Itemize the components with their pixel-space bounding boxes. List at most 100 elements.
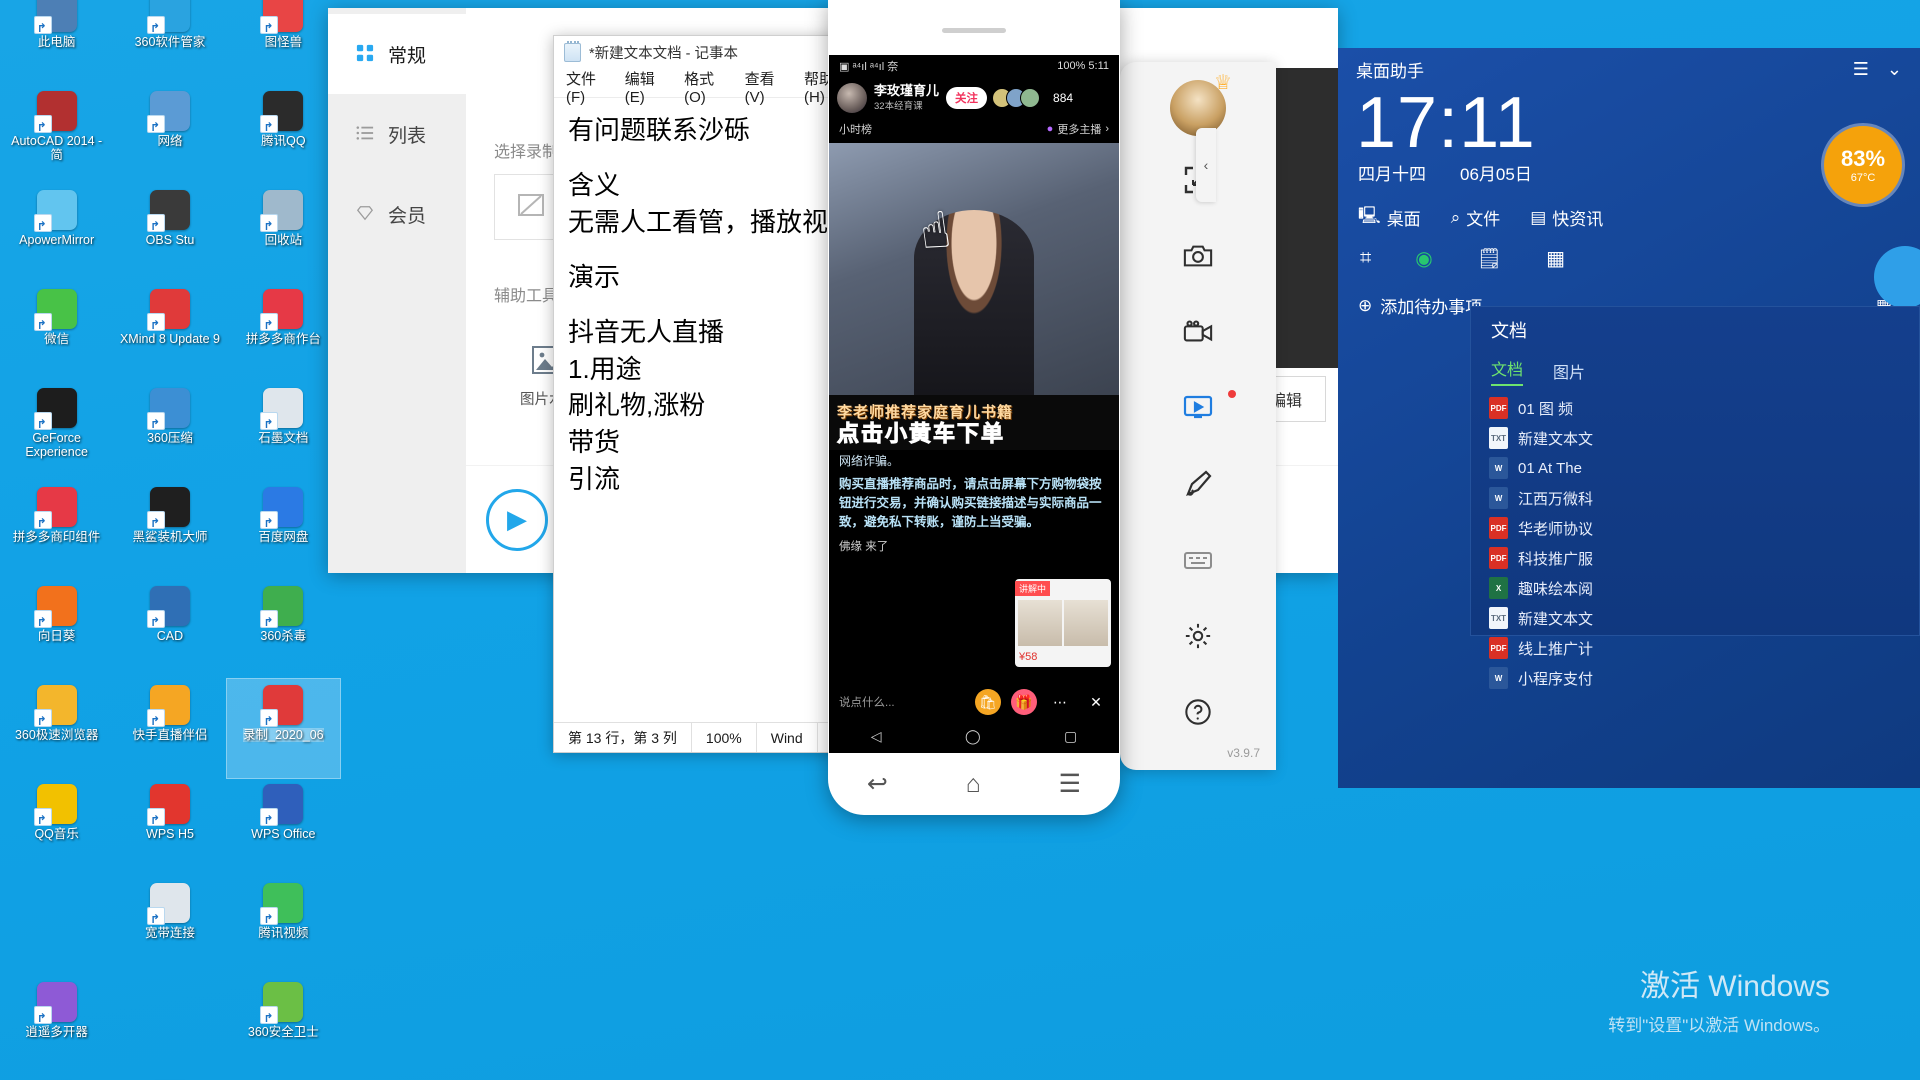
document-row[interactable]: W 01 At The [1489,453,1919,483]
screenshot-button[interactable] [1120,218,1276,294]
desktop-icon[interactable]: 微信 [0,283,113,382]
notepad-menu-item[interactable]: 编辑(E) [625,68,662,106]
quick-news[interactable]: ▤ 快资讯 [1530,205,1603,230]
live-video[interactable] [829,143,1119,395]
close-icon[interactable]: ✕ [1083,689,1109,715]
document-row[interactable]: W 小程序支付 [1489,663,1919,693]
desktop-icon[interactable]: CAD [113,580,226,679]
document-row[interactable]: X 趣味绘本阅 [1489,573,1919,603]
chat-input[interactable]: 说点什么... [839,694,965,710]
target-icon[interactable]: ◉ [1415,246,1432,271]
desktop-icon[interactable]: 网络 [113,85,226,184]
calc-icon[interactable]: ▦ [1546,246,1565,271]
whiteboard-button[interactable] [1120,446,1276,522]
document-row[interactable]: PDF 01 图 频 [1489,393,1919,423]
product-card[interactable]: 讲解中 ¥58 [1015,579,1111,667]
ev-nav-member[interactable]: 会员 [328,174,466,254]
cast-screen-button[interactable] [1120,370,1276,446]
desktop-icon[interactable]: OBS Stu [113,184,226,283]
assistant-quick-row-1[interactable]: 🖳 桌面 ⌕ 文件 ▤ 快资讯 [1338,185,1920,232]
panel-collapse-button[interactable]: ‹ [1196,128,1216,202]
notepad-menubar[interactable]: 文件(F) 编辑(E) 格式(O) 查看(V) 帮助(H) [554,68,842,106]
phone-screen[interactable]: ▣ ᵃ⁴ıl ᵃ⁴ıl 奈 100% 5:11 李玫瑾育儿 32本经育课 关注 … [829,55,1119,753]
phone-mirror-window[interactable]: ▣ ᵃ⁴ıl ᵃ⁴ıl 奈 100% 5:11 李玫瑾育儿 32本经育课 关注 … [828,0,1120,815]
document-row[interactable]: TXT 新建文本文 [1489,423,1919,453]
desktop-icon[interactable]: 拼多多商印组件 [0,481,113,580]
notepad-menu-item[interactable]: 文件(F) [566,68,603,106]
phone-hardware-bar[interactable]: ↩ ⌂ ☰ [828,753,1120,815]
desktop-icon[interactable]: 逍遥模拟器 [113,1075,226,1080]
undo-icon[interactable]: ↩ [867,769,888,799]
notepad-menu-item[interactable]: 格式(O) [684,68,723,106]
desktop-icon[interactable]: 腾讯QQ [227,85,340,184]
desktop-icon[interactable]: 快手直播伴侣 [113,679,226,778]
doclist-tabs[interactable]: 文档 图片 [1471,353,1919,389]
menu-icon[interactable]: ☰ [1059,769,1081,799]
tab-documents[interactable]: 文档 [1491,356,1524,386]
document-row[interactable]: W 江西万微科 [1489,483,1919,513]
desktop-icon[interactable]: 360杀毒 [227,580,340,679]
desktop-icon[interactable]: WPS Office [227,778,340,877]
battery-widget[interactable]: 83% 67°C [1824,126,1902,204]
desktop-icon[interactable]: 腾讯视频 [227,877,340,976]
note-icon[interactable]: 🗒 [1477,246,1502,271]
follow-button[interactable]: 关注 [946,87,988,109]
desktop-icon[interactable]: GeForce Experience [0,382,113,481]
document-row[interactable]: PDF 科技推广服 [1489,543,1919,573]
android-navbar[interactable]: ◁ ◯ ▢ [829,719,1119,753]
desktop-icon[interactable]: 360极速浏览器 [0,679,113,778]
gift-icon[interactable]: 🎁 [1011,689,1037,715]
document-list-panel[interactable]: 文档 文档 图片 PDF 01 图 频 TXT 新建文本文 W 01 At The W 江西万… [1470,306,1920,689]
home-circle-icon[interactable]: ◯ [965,728,981,745]
viewer-avatars[interactable] [992,88,1041,108]
ev-nav-list[interactable]: 列表 [328,94,466,174]
ev-nav-general[interactable]: 常规 [328,14,466,94]
desktop-icon[interactable]: 录制_2020_06 [225,678,342,779]
promo-banner[interactable]: 李老师推荐家庭育儿书籍 点击小黄车下单 [829,395,1119,451]
desktop-icon[interactable]: WPS H5 [113,778,226,877]
document-row[interactable]: PDF 华老师协议 [1489,513,1919,543]
desktop-icon[interactable]: 360安全卫士 [227,976,340,1075]
desktop-icon[interactable]: XMind 8 Update 9 [113,283,226,382]
streamer-avatar[interactable] [837,83,867,113]
record-start-button[interactable]: ▶ [486,488,548,551]
menu-icon[interactable]: ☰ [1853,59,1869,80]
phone-bottom-bar[interactable]: 说点什么... 🛍 🎁 ⋯ ✕ [829,685,1119,719]
notepad-window[interactable]: *新建文本文档 - 记事本 文件(F) 编辑(E) 格式(O) 查看(V) 帮助(H) … [553,35,843,753]
quick-files[interactable]: ⌕ 文件 [1451,205,1501,230]
desktop-icon[interactable]: 图怪兽 [227,0,340,85]
desktop-icon[interactable]: AutoCAD 2014 - 简 [0,85,113,184]
document-row[interactable]: TXT 新建文本文 [1489,603,1919,633]
desktop-icon[interactable]: EV录屏 [0,1075,113,1080]
crop-icon[interactable]: ⌗ [1360,247,1371,270]
settings-button[interactable] [1120,598,1276,674]
help-button[interactable] [1120,674,1276,750]
home-icon[interactable]: ⌂ [966,770,981,799]
hour-rank-row[interactable]: 小时榜 ● 更多主播 › [829,119,1119,143]
desktop-icon[interactable]: 黑鲨装机大师 [113,481,226,580]
desktop-icon[interactable]: 百度网盘 [227,481,340,580]
desktop-icon[interactable]: ApowerMirror [0,184,113,283]
desktop-icon[interactable]: QQ音乐 [0,778,113,877]
chevron-down-icon[interactable]: ⌄ [1887,59,1902,80]
notepad-text-area[interactable]: 有问题联系沙砾 含义 无需人工看管，播放视频 演示 抖音无人直播 1.用途 刷礼物,涨粉 带货… [554,98,842,722]
back-triangle-icon[interactable]: ◁ [871,728,882,745]
desktop-icon[interactable]: 宽带连接 [113,877,226,976]
assistant-quick-row-2[interactable]: ⌗ ◉ 🗒 ▦ [1338,232,1920,271]
desktop-icon[interactable]: 360软件管家 [113,0,226,85]
quick-desktop[interactable]: 🖳 桌面 [1358,203,1421,232]
avatar[interactable]: ♕ [1170,72,1232,136]
desktop-icon[interactable]: 向日葵 [0,580,113,679]
recents-square-icon[interactable]: ▢ [1064,728,1077,745]
keyboard-button[interactable] [1120,522,1276,598]
desktop-icon[interactable]: 拼多多商作台 [227,283,340,382]
shopping-bag-icon[interactable]: 🛍 [975,689,1001,715]
desktop-icon[interactable]: 逍遥多开器 [0,976,113,1075]
tab-images[interactable]: 图片 [1553,359,1585,383]
record-video-button[interactable] [1120,294,1276,370]
notepad-menu-item[interactable]: 查看(V) [745,68,782,106]
desktop-icon[interactable]: 回收站 [227,184,340,283]
desktop-icon[interactable]: 石墨文档 [227,382,340,481]
document-row[interactable]: PDF 线上推广计 [1489,633,1919,663]
more-dots-icon[interactable]: ⋯ [1047,689,1073,715]
